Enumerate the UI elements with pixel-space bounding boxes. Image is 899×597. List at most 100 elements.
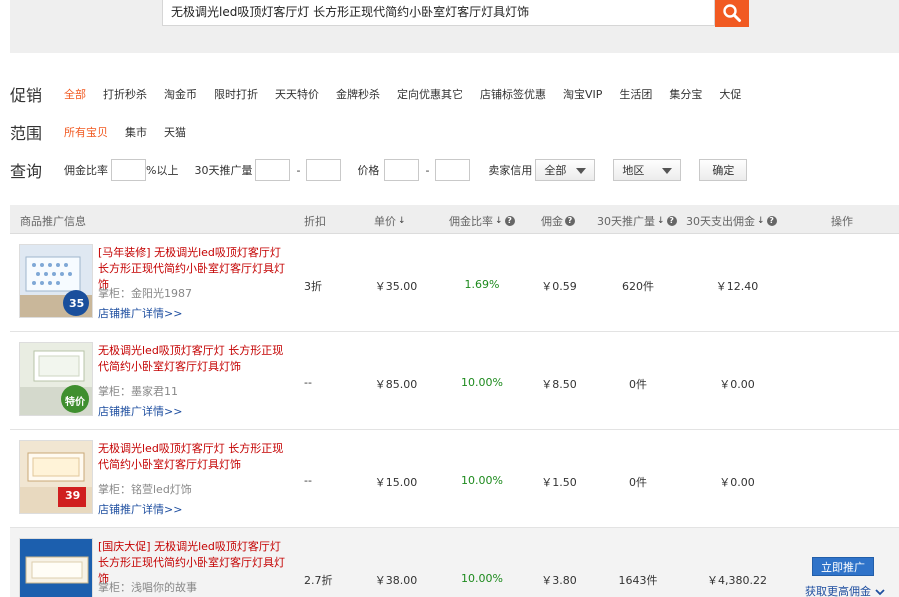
seller-name: 掌柜：浅唱你的故事: [98, 581, 197, 594]
chevron-down-icon: [662, 168, 673, 174]
seller-credit-label: 卖家信用: [488, 164, 533, 177]
ceiling-lamp-image: [20, 441, 92, 513]
payout-value: ￥12.40: [715, 280, 759, 293]
help-icon[interactable]: ?: [766, 216, 777, 226]
product-thumbnail[interactable]: 39: [19, 440, 93, 514]
product-title-link[interactable]: 无极调光led吸顶灯客厅灯 长方形正现代简约小卧室灯客厅灯具灯饰: [98, 343, 294, 375]
store-promo-details-link[interactable]: 店铺推广详情>>: [98, 305, 182, 321]
promo-option-flash-discount[interactable]: 打折秒杀: [103, 86, 147, 102]
price-value: ￥85.00: [374, 378, 418, 391]
sales-value: 620件: [622, 280, 654, 293]
higher-commission-label: 获取更高佣金: [805, 585, 871, 597]
promo-option-vip[interactable]: 淘宝VIP: [563, 86, 602, 102]
table-row: 39 无极调光led吸顶灯客厅灯 长方形正现代简约小卧室灯客厅灯具灯饰 掌柜：铭…: [10, 430, 899, 528]
promo-option-daily-deal[interactable]: 天天特价: [275, 86, 319, 102]
header-discount: 折扣: [304, 213, 326, 229]
table-row: 35 [马年装修] 无极调光led吸顶灯客厅灯 长方形正现代简约小卧室灯客厅灯具…: [10, 234, 899, 332]
search-button[interactable]: [715, 0, 749, 27]
promo-option-gold-flash[interactable]: 金牌秒杀: [336, 86, 380, 102]
header-price-label: 单价: [374, 215, 396, 228]
sales-volume-label: 30天推广量: [194, 164, 253, 177]
help-icon[interactable]: ?: [504, 216, 515, 226]
sales-value: 0件: [629, 378, 647, 391]
seller-name: 掌柜：铭萱led灯饰: [98, 483, 192, 496]
discount-value: 2.7折: [304, 574, 333, 587]
sort-down-icon: ↓: [757, 216, 765, 226]
header-commission: 佣金?: [541, 213, 575, 229]
header-action: 操作: [831, 213, 853, 229]
scope-option-market[interactable]: 集市: [125, 124, 147, 140]
search-input[interactable]: 无极调光led吸顶灯客厅灯 长方形正现代简约小卧室灯客厅灯具灯饰: [162, 0, 715, 26]
product-thumbnail[interactable]: 特价: [19, 342, 93, 416]
sales-value: 0件: [629, 476, 647, 489]
sales-min-input[interactable]: [255, 159, 291, 181]
store-promo-details-link[interactable]: 店铺推广详情>>: [98, 403, 182, 419]
promo-option-time-limited[interactable]: 限时打折: [214, 86, 258, 102]
price-min-input[interactable]: [384, 159, 420, 181]
scope-filter-row: 范围 所有宝贝 集市 天猫: [10, 120, 203, 144]
promo-option-store-tag[interactable]: 店铺标签优惠: [480, 86, 546, 102]
commission-value: ￥8.50: [541, 378, 577, 391]
seller-credit-select[interactable]: 全部: [535, 159, 596, 181]
commission-value: ￥3.80: [541, 574, 577, 587]
promo-option-group[interactable]: 生活团: [619, 86, 652, 102]
commission-rate-input[interactable]: [111, 159, 146, 181]
seller-name: 掌柜：墨家君11: [98, 385, 178, 398]
discount-value: --: [304, 474, 312, 487]
rate-value: 1.69%: [464, 278, 500, 291]
header-payout-label: 30天支出佣金: [686, 215, 755, 228]
payout-value: ￥0.00: [719, 476, 755, 489]
price-max-input[interactable]: [435, 159, 471, 181]
store-promo-details-link[interactable]: 店铺推广详情>>: [98, 501, 182, 517]
table-row: 特价 无极调光led吸顶灯客厅灯 长方形正现代简约小卧室灯客厅灯具灯饰 掌柜：墨…: [10, 332, 899, 430]
help-icon[interactable]: ?: [666, 216, 677, 226]
commission-value: ￥1.50: [541, 476, 577, 489]
header-sales-label: 30天推广量: [597, 215, 655, 228]
promo-option-taojinbi[interactable]: 淘金币: [164, 86, 197, 102]
product-thumbnail[interactable]: 35: [19, 244, 93, 318]
promo-option-big-sale[interactable]: 大促: [719, 86, 741, 102]
rate-value: 10.00%: [461, 474, 503, 487]
header-rate-label: 佣金比率: [449, 215, 493, 228]
chevron-down-icon: [874, 589, 885, 596]
commission-value: ￥0.59: [541, 280, 577, 293]
ceiling-lamp-image: [20, 539, 92, 597]
discount-value: 3折: [304, 280, 322, 293]
promo-filter-row: 促销 全部 打折秒杀 淘金币 限时打折 天天特价 金牌秒杀 定向优惠其它 店铺标…: [10, 82, 758, 106]
sales-value: 1643件: [618, 574, 658, 587]
scope-filter-label: 范围: [10, 124, 43, 143]
sales-range-dash: -: [296, 163, 301, 177]
price-value: ￥15.00: [374, 476, 418, 489]
help-icon[interactable]: ?: [565, 216, 575, 226]
thumbnail-sale-badge: 特价: [65, 397, 85, 408]
promote-now-button[interactable]: 立即推广: [812, 557, 874, 576]
region-value: 地区: [622, 164, 645, 177]
query-row: 查询 佣金比率 %以上 30天推广量 - 价格 - 卖家信用 全部 地区 确定: [10, 158, 748, 182]
promo-option-all[interactable]: 全部: [64, 86, 86, 102]
promo-filter-label: 促销: [10, 86, 43, 105]
confirm-button[interactable]: 确定: [699, 159, 748, 181]
header-product: 商品推广信息: [20, 213, 86, 229]
header-rate[interactable]: 佣金比率 ↓?: [449, 213, 515, 229]
scope-option-all-items[interactable]: 所有宝贝: [64, 124, 108, 140]
product-thumbnail[interactable]: [19, 538, 93, 597]
header-payout[interactable]: 30天支出佣金 ↓?: [686, 213, 777, 229]
scope-option-tmall[interactable]: 天猫: [164, 124, 186, 140]
payout-value: ￥0.00: [719, 378, 755, 391]
header-price[interactable]: 单价 ↓: [374, 213, 406, 229]
seller-name: 掌柜：金阳光1987: [98, 287, 192, 300]
product-title-link[interactable]: 无极调光led吸顶灯客厅灯 长方形正现代简约小卧室灯客厅灯具灯饰: [98, 441, 294, 473]
sales-max-input[interactable]: [306, 159, 342, 181]
header-sales[interactable]: 30天推广量 ↓?: [597, 213, 677, 229]
query-label: 查询: [10, 162, 43, 181]
promo-option-targeted[interactable]: 定向优惠其它: [397, 86, 463, 102]
header-commission-label: 佣金: [541, 215, 563, 228]
promo-option-jifenbao[interactable]: 集分宝: [669, 86, 702, 102]
price-value: ￥35.00: [374, 280, 418, 293]
sort-down-icon: ↓: [398, 216, 406, 226]
header-action-label: 操作: [831, 215, 853, 228]
higher-commission-link[interactable]: 获取更高佣金: [805, 583, 885, 597]
header-discount-label: 折扣: [304, 215, 326, 228]
price-label: 价格: [357, 164, 380, 177]
region-select[interactable]: 地区: [613, 159, 682, 181]
